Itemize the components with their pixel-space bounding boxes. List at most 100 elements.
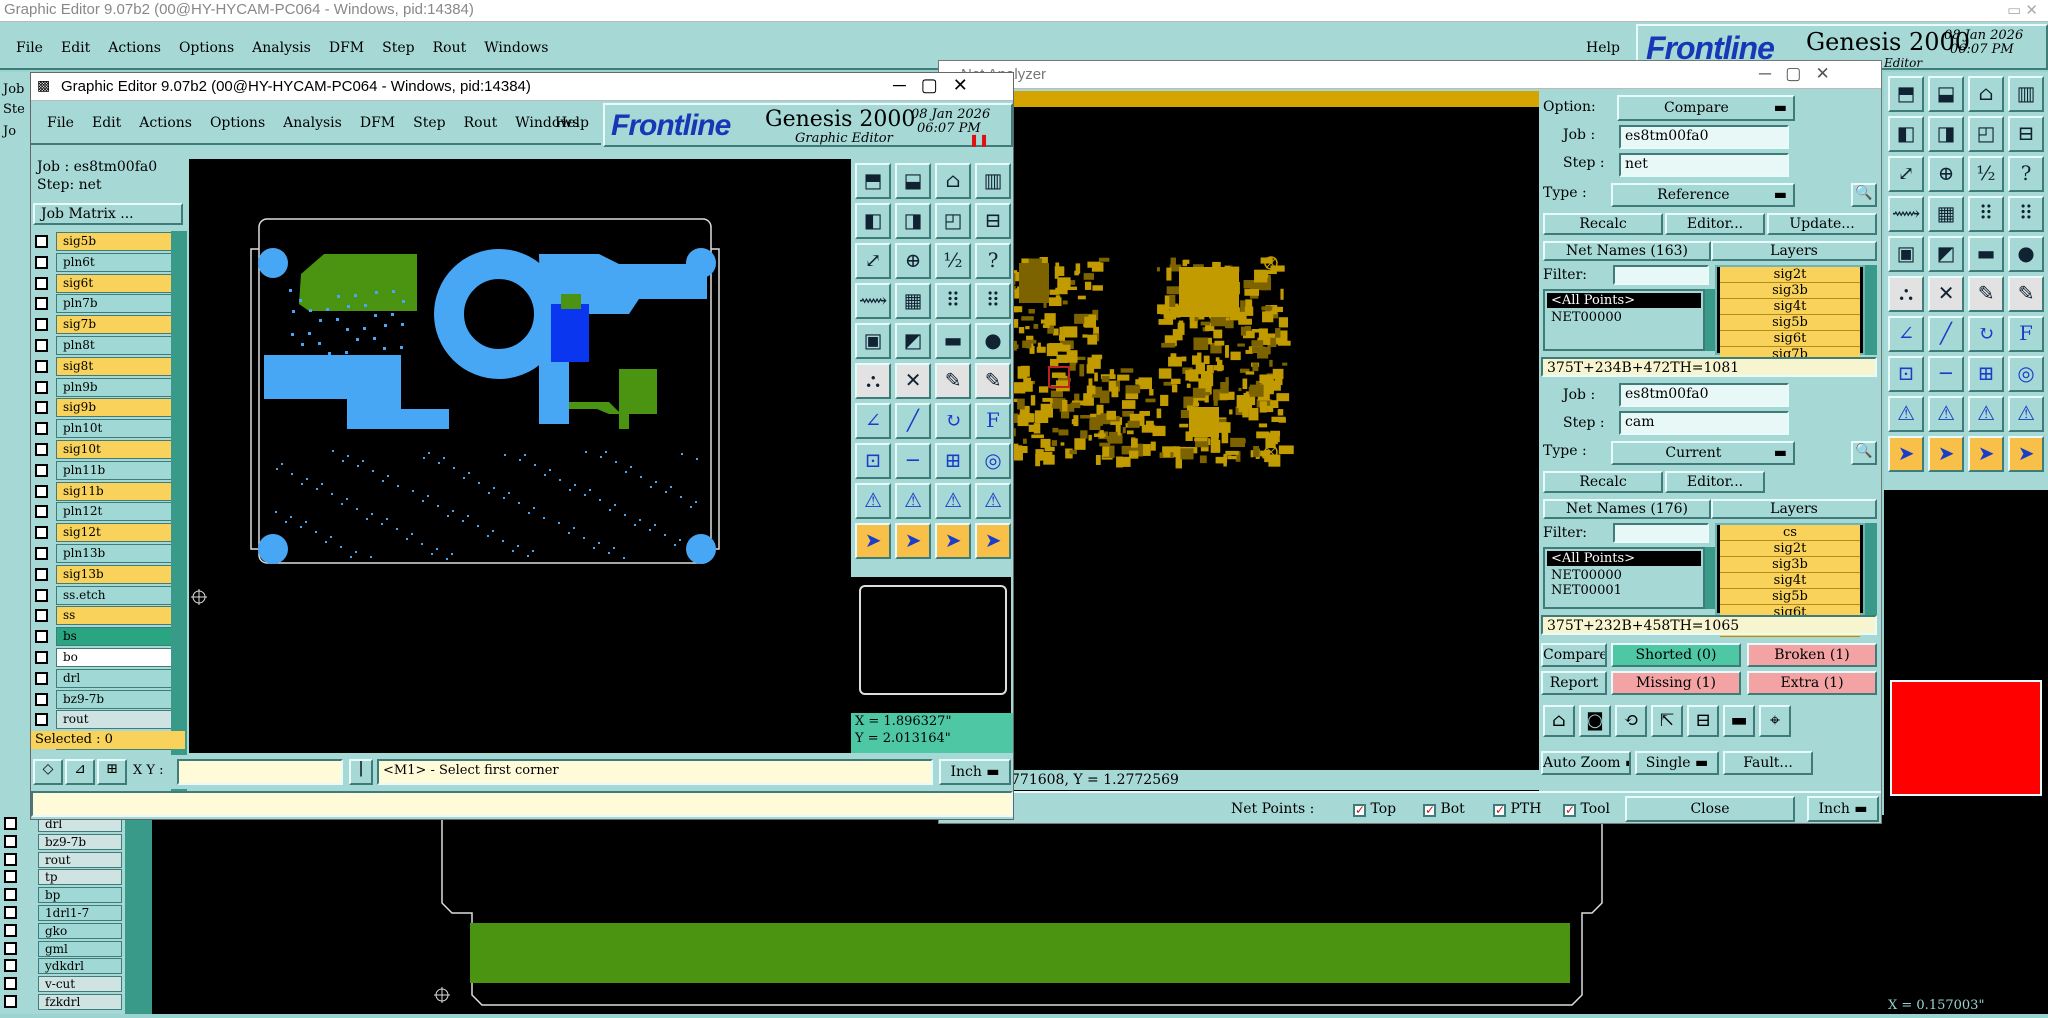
layer-checkbox[interactable] — [35, 463, 48, 477]
ge-left-icon[interactable]: ◧ — [855, 203, 891, 239]
na-cur-net-item[interactable]: NET00001 — [1545, 583, 1703, 598]
layer-name[interactable]: bo — [56, 648, 184, 667]
outer-net-red-icon[interactable]: ⠿ — [2008, 196, 2044, 232]
na-window-icon[interactable]: ⊟ — [1687, 705, 1719, 737]
na-cur-net-list[interactable]: <All Points> NET00000 NET00001 — [1543, 547, 1705, 609]
outer-menu-step[interactable]: Step — [382, 40, 414, 56]
ge-arc-icon[interactable]: ↻ — [935, 403, 971, 439]
outer-layer-row[interactable]: gml — [0, 940, 155, 958]
na-ref-type-select[interactable]: Reference ▬ — [1611, 183, 1795, 207]
na-ref-layer-scroll[interactable] — [1865, 265, 1877, 355]
ge-menu-edit[interactable]: Edit — [92, 115, 121, 131]
layer-name[interactable]: ss.etch — [56, 585, 184, 605]
palette-layer[interactable]: sig6t — [1720, 331, 1860, 347]
layer-name[interactable]: pln8t — [56, 336, 184, 355]
layer-name[interactable]: pln10t — [56, 419, 184, 439]
layer-row[interactable]: pln13b — [31, 543, 186, 564]
outer-layer-checkbox[interactable] — [4, 959, 17, 973]
outer-layer-name[interactable]: bp — [38, 887, 122, 904]
ge-menu-help[interactable]: Help — [555, 115, 589, 131]
layer-name[interactable]: pln11b — [56, 460, 184, 480]
outer-slash-icon[interactable]: ╱ — [1928, 316, 1964, 352]
layer-name[interactable]: sig12t — [56, 523, 184, 543]
layer-row[interactable]: bz9-7b — [31, 689, 186, 710]
ge-feature-icon[interactable]: ▣ — [855, 323, 891, 359]
na-cur-filter-input[interactable] — [1613, 523, 1709, 543]
layer-row[interactable]: sig7b — [31, 314, 186, 335]
layer-checkbox[interactable] — [35, 505, 48, 519]
ge-help-icon[interactable]: ? — [975, 243, 1011, 279]
layer-checkbox[interactable] — [35, 713, 48, 727]
outer-layer-checkbox[interactable] — [4, 817, 17, 830]
outer-left-icon[interactable]: ◧ — [1888, 116, 1924, 152]
na-cur-net-all[interactable]: <All Points> — [1547, 551, 1701, 566]
outer-dash-icon[interactable]: ─ — [1928, 356, 1964, 392]
layer-checkbox[interactable] — [35, 671, 48, 685]
layer-row[interactable]: pln10t — [31, 418, 186, 439]
na-autozoom-select[interactable]: Auto Zoom ▬ — [1541, 751, 1631, 775]
layer-name[interactable]: sig6t — [56, 273, 184, 293]
outer-tri-icon[interactable]: ⚠ — [1888, 396, 1924, 432]
outer-layer-name[interactable]: fzkdrl — [38, 994, 122, 1010]
ge-layout-icon[interactable]: ⊟ — [975, 203, 1011, 239]
ge-xy-input[interactable] — [177, 759, 343, 785]
outer-cross-icon[interactable]: ✕ — [1928, 276, 1964, 312]
layer-name[interactable]: pln7b — [56, 294, 184, 314]
ge-angle-icon[interactable]: ∠ — [855, 403, 891, 439]
na-missing-button[interactable]: Missing (1) — [1611, 671, 1741, 695]
outer-line-icon[interactable]: ▬ — [1968, 236, 2004, 272]
na-cur-step-field[interactable]: cam — [1619, 411, 1789, 435]
ge-cross-icon[interactable]: ✕ — [895, 363, 931, 399]
layer-name[interactable]: ss — [56, 606, 184, 626]
outer-layer-checkbox[interactable] — [4, 995, 17, 1008]
outer-layer-row[interactable]: ydkdrl — [0, 957, 155, 975]
ge-ratio-icon[interactable]: ½ — [935, 243, 971, 279]
layer-name[interactable]: sig10t — [56, 440, 184, 459]
na-ref-filter-input[interactable] — [1613, 265, 1709, 285]
na-top-toggle[interactable]: ✓ Top — [1353, 801, 1396, 817]
ge-route-icon[interactable]: ⟿ — [855, 283, 891, 319]
ge-split-icon[interactable]: ▥ — [975, 163, 1011, 199]
layer-checkbox[interactable] — [35, 588, 48, 602]
layer-row[interactable]: pln11b — [31, 460, 186, 481]
layer-row[interactable]: sig13b — [31, 564, 186, 585]
ge-pin-icon[interactable]: ✎ — [935, 363, 971, 399]
outer-layer-row[interactable]: bz9-7b — [0, 833, 155, 851]
na-bot-checkbox[interactable]: ✓ — [1423, 804, 1436, 817]
na-scope-icon[interactable]: ⌖ — [1759, 705, 1791, 737]
outer-layer-checkbox[interactable] — [4, 888, 17, 902]
na-tool-checkbox[interactable]: ✓ — [1563, 804, 1576, 817]
na-ref-step-field[interactable]: net — [1619, 153, 1789, 177]
na-bot-toggle[interactable]: ✓ Bot — [1423, 801, 1465, 817]
outer-route-icon[interactable]: ⟿ — [1888, 196, 1924, 232]
outer-step-icon[interactable]: ◰ — [1968, 116, 2004, 152]
na-ref-net-item[interactable]: NET00000 — [1545, 310, 1703, 325]
layer-checkbox[interactable] — [35, 318, 48, 332]
outer-layer-name[interactable]: gml — [38, 940, 122, 957]
outer-pin-icon[interactable]: ✎ — [1968, 276, 2004, 312]
outer-menu-dfm[interactable]: DFM — [329, 40, 364, 56]
outer-layer-name[interactable]: ydkdrl — [38, 958, 122, 975]
na-cursor-icon[interactable]: ⇱ — [1651, 705, 1683, 737]
outer-menu-windows[interactable]: Windows — [484, 40, 548, 56]
layer-checkbox[interactable] — [35, 484, 48, 498]
layer-checkbox[interactable] — [35, 526, 48, 540]
ge-message-field[interactable] — [31, 791, 1013, 817]
outer-ratio-icon[interactable]: ½ — [1968, 156, 2004, 192]
na-compare-button[interactable]: Compare — [1541, 643, 1607, 667]
ge-shape-icon[interactable]: ◩ — [895, 323, 931, 359]
outer-layer-row[interactable]: 1drl1-7 — [0, 904, 155, 922]
na-cur-zoom-icon[interactable]: 🔍 — [1851, 441, 1877, 465]
palette-layer[interactable]: sig2t — [1720, 541, 1860, 557]
outer-layer-name[interactable]: gko — [38, 922, 122, 939]
ge-menu-actions[interactable]: Actions — [139, 115, 192, 131]
ge-arrow-icon[interactable]: ➤ — [855, 523, 891, 559]
outer-pin2-icon[interactable]: ✎ — [2008, 276, 2044, 312]
na-shorted-button[interactable]: Shorted (0) — [1611, 643, 1741, 667]
outer-menu-rout[interactable]: Rout — [433, 40, 467, 56]
na-fault-button[interactable]: Fault... — [1723, 751, 1813, 775]
outer-layer-checkbox[interactable] — [4, 852, 17, 866]
outer-layer-name[interactable]: bz9-7b — [38, 833, 122, 850]
na-extra-button[interactable]: Extra (1) — [1747, 671, 1877, 695]
ge-menu-rout[interactable]: Rout — [464, 115, 498, 131]
